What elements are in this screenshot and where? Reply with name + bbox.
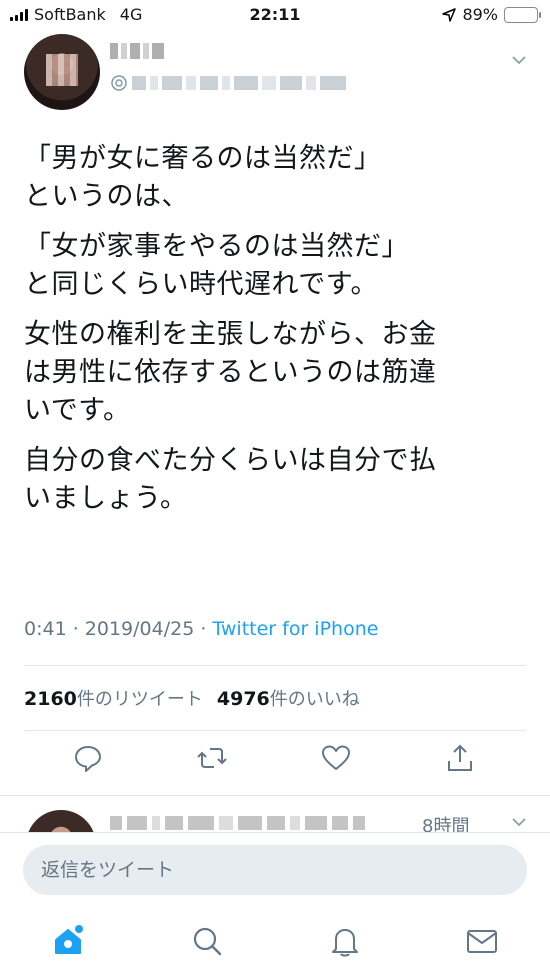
divider (24, 730, 526, 731)
like-label: 件のいいね (269, 689, 360, 710)
like-count: 4976 (216, 688, 270, 710)
share-icon[interactable] (444, 742, 476, 774)
home-icon[interactable] (51, 924, 85, 958)
tweet-paragraph: 女性の権利を主張しながら、お金 は男性に依存するというのは筋違 いです。 (24, 319, 437, 426)
status-right: 89% (442, 5, 541, 24)
reply-input[interactable] (23, 845, 527, 895)
tweet-source-link[interactable]: Twitter for iPhone (212, 618, 378, 640)
tweet-timestamp: 0:41 · 2019/04/25 · (24, 618, 213, 640)
battery-percent: 89% (462, 5, 498, 24)
location-arrow-icon (442, 7, 457, 22)
tab-bar (0, 912, 550, 978)
battery-icon (504, 6, 541, 23)
notifications-icon[interactable] (328, 924, 362, 958)
tweet-meta: 0:41 · 2019/04/25 · Twitter for iPhone (24, 618, 378, 640)
retweet-stat[interactable]: 2160件のリツイート (24, 685, 203, 711)
search-icon[interactable] (190, 924, 224, 958)
divider (0, 795, 550, 796)
tweet-text: 「男が女に奢るのは当然だ」 というのは、 「女が家事をやるのは当然だ」 と同じく… (24, 140, 529, 530)
retweet-count: 2160 (24, 688, 77, 710)
tweet-paragraph: 「男が女に奢るのは当然だ」 というのは、 (24, 143, 382, 212)
at-icon (111, 75, 127, 91)
heart-icon[interactable] (320, 742, 352, 774)
retweet-icon[interactable] (196, 742, 228, 774)
tweet-stats: 2160件のリツイート 4976件のいいね (24, 685, 360, 711)
display-name-redacted[interactable] (110, 40, 180, 62)
chevron-down-icon[interactable] (511, 814, 527, 830)
tweet-paragraph: 「女が家事をやるのは当然だ」 と同じくらい時代遅れです。 (24, 231, 409, 300)
status-bar: SoftBank 4G 22:11 89% (0, 0, 550, 30)
next-tweet-author-redacted[interactable] (110, 816, 410, 832)
handle-redacted[interactable] (110, 74, 350, 92)
reply-bar (0, 832, 550, 912)
avatar-mosaic (46, 54, 78, 86)
tweet-actions (24, 742, 524, 782)
messages-icon[interactable] (465, 924, 499, 958)
retweet-label: 件のリツイート (76, 689, 203, 710)
reply-icon[interactable] (72, 742, 104, 774)
like-stat[interactable]: 4976件のいいね (217, 685, 360, 711)
avatar[interactable] (24, 34, 100, 110)
chevron-down-icon[interactable] (511, 52, 527, 68)
divider (24, 665, 526, 666)
tweet-paragraph: 自分の食べた分くらいは自分で払 いましょう。 (24, 445, 437, 514)
